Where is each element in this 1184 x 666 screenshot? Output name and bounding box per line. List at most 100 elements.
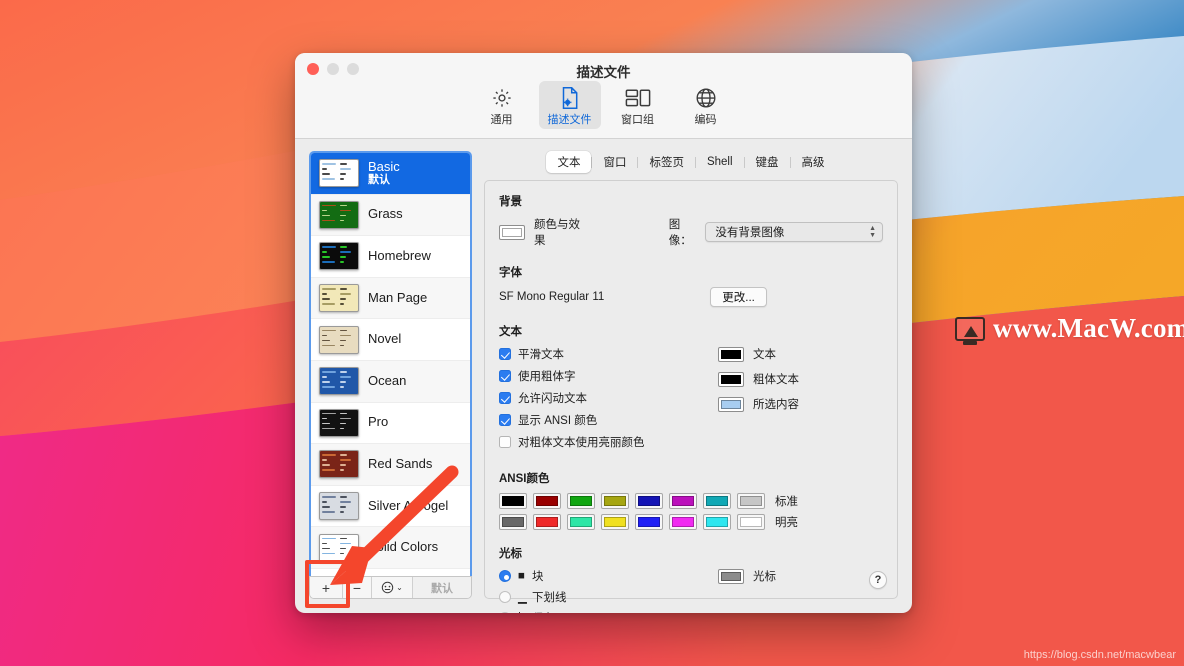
tab-高级[interactable]: 高级: [791, 151, 836, 173]
profile-default-badge: 默认: [368, 174, 390, 187]
cursor-color-row: 光标: [718, 568, 776, 584]
profile-name: Novel: [368, 331, 402, 347]
text-checkbox-label: 平滑文本: [518, 349, 564, 361]
background-color-effects-label: 颜色与效果: [534, 219, 580, 247]
cursor-option-row[interactable]: ▁ 下划线: [499, 589, 709, 605]
ansi-color-swatch[interactable]: [669, 493, 697, 509]
ansi-color-swatch[interactable]: [601, 493, 629, 509]
ansi-color-swatch[interactable]: [635, 493, 663, 509]
ansi-color-swatch[interactable]: [703, 514, 731, 530]
checkbox-checked-icon[interactable]: [499, 392, 511, 404]
toolbar-item-window-groups[interactable]: 窗口组: [607, 81, 669, 129]
text-color-row: 粗体文本: [718, 371, 799, 387]
cursor-option-row[interactable]: ■ 块: [499, 568, 709, 584]
window-title: 描述文件: [576, 65, 631, 80]
radio-unselected-icon[interactable]: [499, 591, 511, 603]
cursor-shape-glyph: |: [518, 612, 530, 613]
checkbox-unchecked-icon[interactable]: [499, 436, 511, 448]
profile-row-grass[interactable]: Grass: [311, 194, 470, 237]
background-section-title: 背景: [499, 196, 522, 208]
cursor-color-swatch[interactable]: [718, 568, 744, 584]
radio-selected-icon[interactable]: [499, 570, 511, 582]
ansi-color-swatch[interactable]: [635, 514, 663, 530]
profile-row-novel[interactable]: Novel: [311, 319, 470, 361]
set-default-button[interactable]: 默认: [413, 577, 471, 598]
ansi-color-swatch[interactable]: [499, 514, 527, 530]
ansi-color-swatch[interactable]: [567, 493, 595, 509]
text-color-swatch[interactable]: [718, 346, 744, 362]
ansi-color-swatch[interactable]: [533, 493, 561, 509]
gear-icon: [491, 85, 513, 111]
ansi-color-swatch[interactable]: [737, 493, 765, 509]
tab-窗口[interactable]: 窗口: [592, 151, 637, 173]
text-settings-panel: 背景 颜色与效果 图像： 没有背景图像 ▲ ▼ 字体 SF Mono Regula…: [484, 180, 898, 613]
text-color-group: 文本 粗体文本 所选内容: [718, 346, 799, 421]
tab-键盘[interactable]: 键盘: [745, 151, 790, 173]
cursor-option-row[interactable]: |竖条: [499, 610, 709, 613]
profile-thumbnail: [319, 533, 359, 562]
font-value: SF Mono Regular 11: [499, 291, 605, 303]
toolbar-label-window-groups: 窗口组: [621, 114, 654, 126]
profile-row-solid-colors[interactable]: Solid Colors: [311, 527, 470, 569]
tab-Shell[interactable]: Shell: [696, 153, 744, 171]
ansi-color-swatch[interactable]: [669, 514, 697, 530]
tab-标签页[interactable]: 标签页: [638, 151, 695, 173]
profile-thumbnail: [319, 242, 359, 271]
text-checkbox-row[interactable]: 允许闪动文本: [499, 390, 709, 406]
checkbox-checked-icon[interactable]: [499, 370, 511, 382]
background-color-swatch[interactable]: [499, 224, 525, 240]
profile-action-menu-button[interactable]: ⌄: [372, 577, 413, 598]
profile-row-pro[interactable]: Pro: [311, 403, 470, 445]
ansi-color-swatch[interactable]: [601, 514, 629, 530]
checkbox-checked-icon[interactable]: [499, 414, 511, 426]
add-profile-button[interactable]: +: [310, 577, 343, 598]
profile-thumbnail: [319, 367, 359, 396]
text-checkbox-row[interactable]: 平滑文本: [499, 346, 709, 362]
radio-unselected-icon[interactable]: [499, 612, 511, 613]
text-color-label: 所选内容: [753, 399, 799, 411]
profile-row-homebrew[interactable]: Homebrew: [311, 236, 470, 278]
text-color-row: 所选内容: [718, 396, 799, 412]
profile-name: Solid Colors: [368, 539, 439, 555]
ansi-color-swatch[interactable]: [737, 514, 765, 530]
toolbar-item-profiles[interactable]: 描述文件: [538, 81, 601, 130]
text-color-swatch[interactable]: [718, 396, 744, 412]
ansi-color-swatch[interactable]: [567, 514, 595, 530]
settings-tab-bar[interactable]: 文本 窗口 标签页 Shell 键盘 高级: [484, 151, 898, 173]
profile-row-ocean[interactable]: Ocean: [311, 360, 470, 403]
profile-thumbnail: [319, 325, 359, 354]
background-image-label: 图像：: [668, 219, 692, 247]
remove-profile-button[interactable]: −: [343, 577, 372, 598]
text-checkbox-row[interactable]: 对粗体文本使用亮丽颜色: [499, 434, 709, 450]
profile-row-basic[interactable]: Basic 默认: [311, 153, 470, 195]
change-font-button[interactable]: 更改...: [710, 287, 767, 307]
toolbar-item-encodings[interactable]: 编码: [675, 81, 737, 129]
checkbox-checked-icon[interactable]: [499, 348, 511, 360]
tab-文本[interactable]: 文本: [546, 151, 592, 173]
ansi-section-title: ANSI颜色: [499, 473, 550, 485]
font-section-title: 字体: [499, 267, 522, 279]
text-checkbox-label: 使用粗体字: [518, 371, 576, 383]
cursor-option-group: ■块▁下划线|竖条闪动光标: [499, 568, 709, 613]
window-body: Basic 默认 Grass Homebrew Man Page Novel Ocean Pr…: [295, 139, 912, 613]
window-titlebar: 描述文件 通用 描述文件 窗口组 编码: [295, 53, 912, 139]
profile-row-man-page[interactable]: Man Page: [311, 277, 470, 320]
ansi-color-swatch[interactable]: [703, 493, 731, 509]
profile-list-toolbar: + − ⌄ 默认: [309, 576, 472, 599]
profile-row-silver-aerogel[interactable]: Silver Aerogel: [311, 486, 470, 528]
ansi-color-swatch[interactable]: [533, 514, 561, 530]
profile-row-red-sands[interactable]: Red Sands: [311, 444, 470, 486]
ansi-color-swatch[interactable]: [499, 493, 527, 509]
help-button[interactable]: ?: [869, 571, 887, 589]
ansi-normal-label: 标准: [775, 496, 798, 508]
profile-list[interactable]: Basic 默认 Grass Homebrew Man Page Novel Ocean Pr…: [309, 151, 472, 576]
preferences-toolbar: 通用 描述文件 窗口组 编码: [295, 81, 912, 130]
text-checkbox-row[interactable]: 使用粗体字: [499, 368, 709, 384]
profile-name: Silver Aerogel: [368, 497, 449, 513]
terminal-preferences-window: 描述文件 通用 描述文件 窗口组 编码 Basic 默认 Grass Homeb…: [295, 53, 912, 613]
background-image-select[interactable]: 没有背景图像 ▲ ▼: [705, 222, 883, 242]
profile-thumbnail: [319, 408, 359, 437]
text-color-swatch[interactable]: [718, 371, 744, 387]
toolbar-item-general[interactable]: 通用: [471, 81, 533, 129]
text-checkbox-row[interactable]: 显示 ANSI 颜色: [499, 412, 709, 428]
